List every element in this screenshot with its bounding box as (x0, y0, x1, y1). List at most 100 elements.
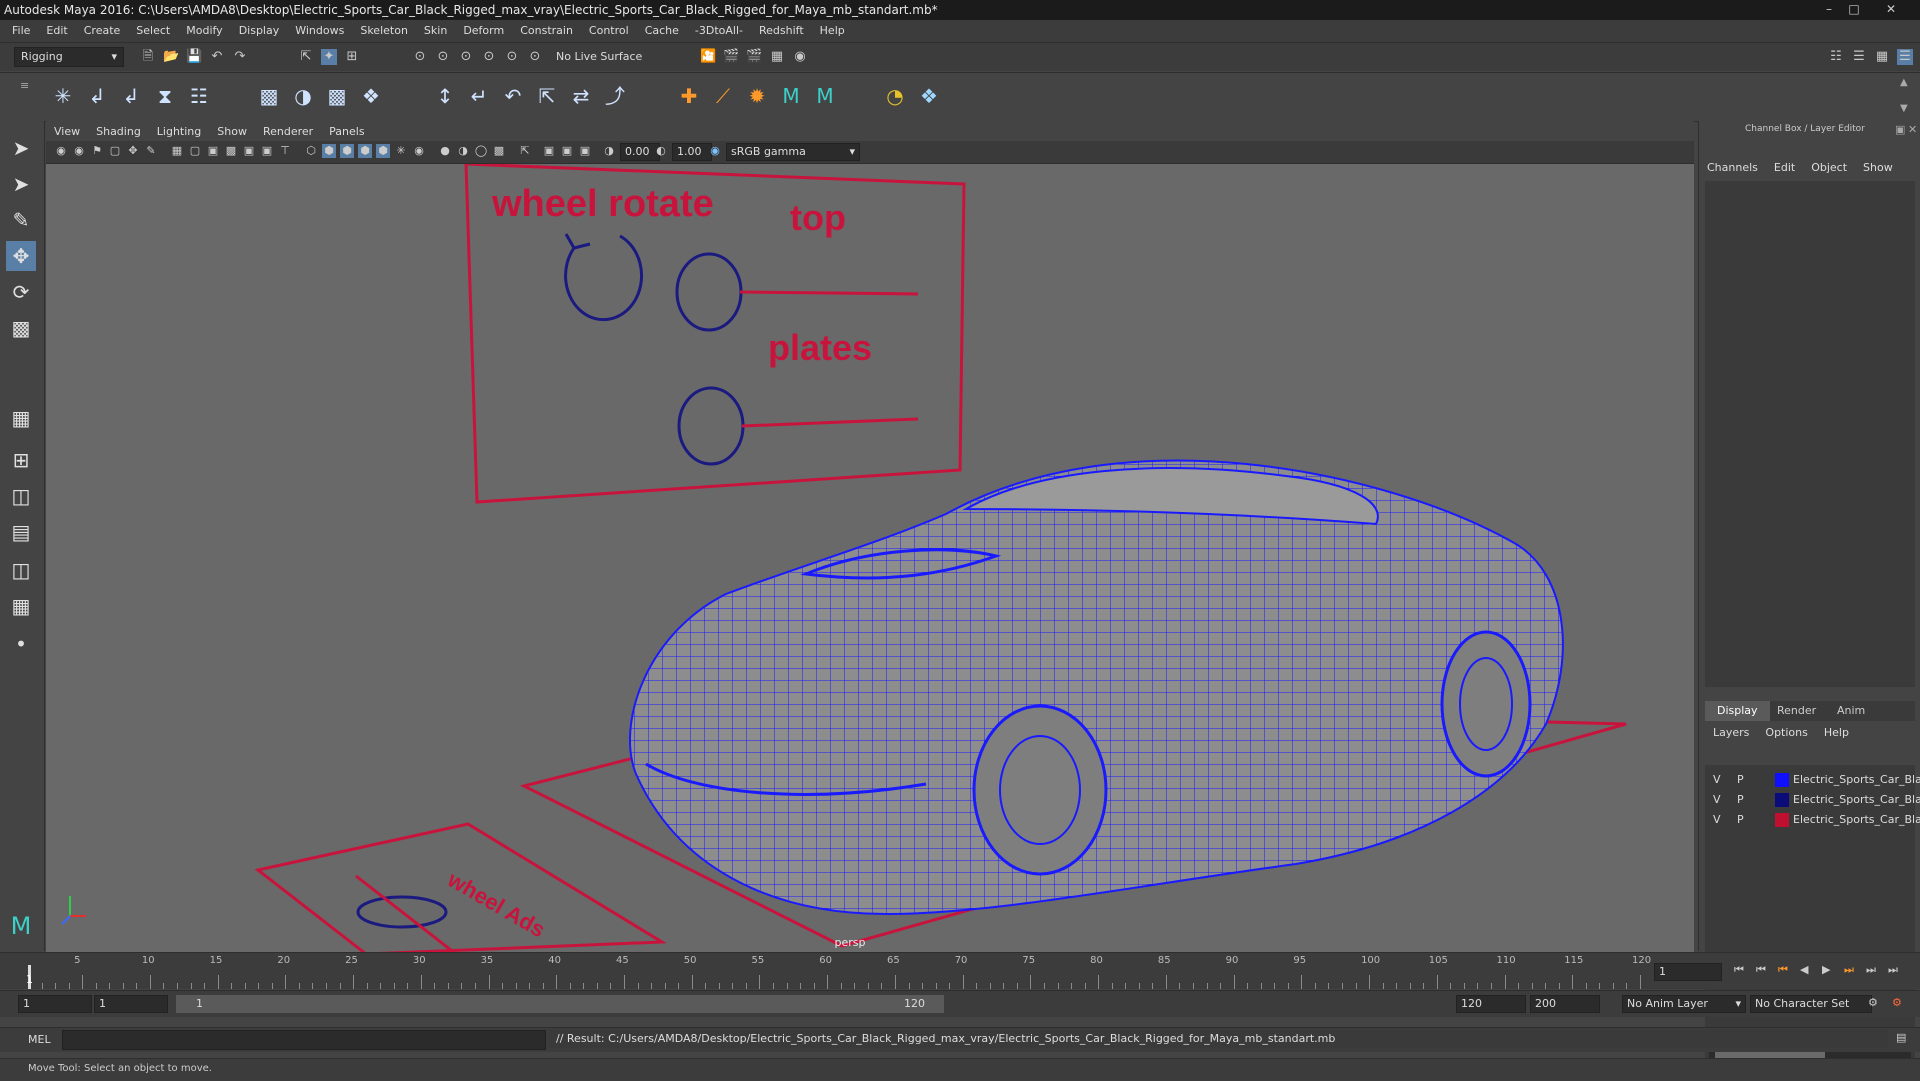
render-view-icon[interactable]: 🎦 (700, 49, 716, 65)
menu-file[interactable]: File (4, 20, 38, 42)
lasso-tool-icon[interactable]: ➤ (6, 169, 36, 199)
plates-control-circle[interactable] (677, 386, 745, 466)
character-controls-icon[interactable]: M (812, 83, 838, 109)
orient-joint-icon[interactable]: ☷ (186, 83, 212, 109)
shadows-icon[interactable]: ✳ (394, 144, 408, 158)
select-hierarchy-icon[interactable]: ⇱ (298, 49, 314, 65)
animation-start-field[interactable]: 1 (18, 995, 92, 1013)
menu-windows[interactable]: Windows (287, 20, 352, 42)
bookmark-icon[interactable]: ⚑ (90, 144, 104, 158)
anim-layer-dropdown[interactable]: No Anim Layer ▾ (1622, 995, 1746, 1013)
layer-row[interactable]: V P Electric_Sports_Car_Bla (1705, 771, 1920, 789)
layer-visibility[interactable]: V (1713, 793, 1721, 806)
hypershade-icon[interactable]: ◉ (792, 49, 808, 65)
channel-menu-object[interactable]: Object (1803, 159, 1855, 177)
field-chart-icon[interactable]: ▣ (242, 144, 256, 158)
menu-control[interactable]: Control (581, 20, 637, 42)
blend-shape-icon[interactable]: ◔ (882, 83, 908, 109)
motion-blur-icon[interactable]: ● (438, 144, 452, 158)
xray-components-icon[interactable]: ▣ (560, 144, 574, 158)
2d-pan-zoom-icon[interactable]: ✥ (126, 144, 140, 158)
gamma-icon[interactable]: ◐ (654, 144, 668, 158)
play-forwards-icon[interactable]: ▶ (1822, 963, 1830, 976)
human-ik-icon[interactable]: M (778, 83, 804, 109)
exposure-icon[interactable]: ◑ (602, 144, 616, 158)
xray-icon[interactable]: ⇱ (518, 144, 532, 158)
tab-render[interactable]: Render (1765, 701, 1828, 721)
wireframe-icon[interactable]: ⬡ (304, 144, 318, 158)
more-layouts-icon[interactable]: • (6, 629, 36, 659)
snap-view-icon[interactable]: ⊙ (481, 49, 497, 65)
tab-anim[interactable]: Anim (1825, 701, 1877, 721)
gamma-field[interactable]: 1.00 (672, 143, 712, 161)
select-tool-icon[interactable]: ➤ (6, 133, 36, 163)
close-icon[interactable]: ✕ (1880, 2, 1902, 17)
channel-box-icon[interactable]: ☰ (1897, 49, 1913, 65)
persp-graph-layout-icon[interactable]: ▤ (6, 517, 36, 547)
safe-title-icon[interactable]: ⊤ (278, 144, 292, 158)
menu-deform[interactable]: Deform (455, 20, 512, 42)
panel-menu-renderer[interactable]: Renderer (255, 121, 321, 143)
character-set-dropdown[interactable]: No Character Set (1750, 995, 1872, 1013)
rotate-tool-icon[interactable]: ⟳ (6, 277, 36, 307)
menu-edit[interactable]: Edit (38, 20, 75, 42)
layer-playback[interactable]: P (1737, 793, 1744, 806)
film-gate-icon[interactable]: ▢ (188, 144, 202, 158)
cluster-handle-icon[interactable]: ⟋ (710, 83, 736, 109)
playback-start-field[interactable]: 1 (94, 995, 168, 1013)
image-plane-icon[interactable]: ▢ (108, 144, 122, 158)
point-constraint-icon[interactable]: ↕ (432, 83, 458, 109)
menu-redshift[interactable]: Redshift (751, 20, 812, 42)
redo-icon[interactable]: ↷ (232, 49, 248, 65)
paint-select-tool-icon[interactable]: ✎ (6, 205, 36, 235)
floor-control-board[interactable]: wheel Ads (254, 822, 668, 952)
menu-help[interactable]: Help (812, 20, 853, 42)
float-panel-icon[interactable]: ▣ (1895, 123, 1905, 136)
step-forward-key-icon[interactable]: ⏭ (1866, 963, 1876, 977)
render-frame-icon[interactable]: 🎬 (723, 49, 739, 65)
aim-constraint-icon[interactable]: ↵ (466, 83, 492, 109)
paint-weights-icon[interactable]: ◑ (290, 83, 316, 109)
play-backwards-icon[interactable]: ◀ (1800, 963, 1808, 976)
outliner-layout-icon[interactable]: ◫ (6, 555, 36, 585)
snap-grid-icon[interactable]: ⊙ (412, 49, 428, 65)
ambient-occlusion-icon[interactable]: ◉ (412, 144, 426, 158)
layer-row[interactable]: V P Electric_Sports_Car_Bla (1705, 791, 1920, 809)
menu-constrain[interactable]: Constrain (512, 20, 581, 42)
animation-end-field[interactable]: 200 (1530, 995, 1600, 1013)
layer-visibility[interactable]: V (1713, 773, 1721, 786)
scale-tool-icon[interactable]: ▩ (6, 313, 36, 343)
script-editor-icon[interactable]: ▤ (1896, 1031, 1906, 1044)
xray-joints-icon[interactable]: ▣ (542, 144, 556, 158)
ik-handle-icon[interactable]: ↲ (84, 83, 110, 109)
maximize-icon[interactable]: □ (1843, 2, 1865, 17)
single-perspective-layout-icon[interactable]: ▦ (6, 403, 36, 433)
layer-playback[interactable]: P (1737, 813, 1744, 826)
hypershade-layout-icon[interactable]: ▦ (6, 591, 36, 621)
new-scene-icon[interactable]: 🗎 (140, 49, 156, 65)
ipr-render-icon[interactable]: 🎬 (746, 49, 762, 65)
snap-curve-icon[interactable]: ⊙ (435, 49, 451, 65)
joint-tool-icon[interactable]: ✳ (50, 83, 76, 109)
safe-action-icon[interactable]: ▣ (260, 144, 274, 158)
depth-of-field-icon[interactable]: ◯ (474, 144, 488, 158)
wireframe-on-shaded-icon[interactable]: ⬢ (340, 144, 354, 158)
channel-menu-show[interactable]: Show (1855, 159, 1901, 177)
attribute-editor-icon[interactable]: ☰ (1851, 49, 1867, 65)
close-panel-icon[interactable]: ✕ (1908, 123, 1917, 136)
auto-key-icon[interactable]: ⚙ (1868, 996, 1878, 1009)
snap-point-icon[interactable]: ⊙ (458, 49, 474, 65)
multisample-aa-icon[interactable]: ◑ (456, 144, 470, 158)
time-ruler[interactable]: 5 10 15 20 25 30 35 40 45 50 55 60 65 70 75 80 85 90 95 100… (28, 953, 1651, 989)
script-language-label[interactable]: MEL (28, 1033, 51, 1046)
panel-menu-view[interactable]: View (46, 121, 88, 143)
menu-cache[interactable]: Cache (637, 20, 687, 42)
panel-menu-panels[interactable]: Panels (321, 121, 372, 143)
render-settings-icon[interactable]: ▦ (769, 49, 785, 65)
ik-spline-icon[interactable]: ↲ (118, 83, 144, 109)
layer-menu-help[interactable]: Help (1816, 724, 1857, 742)
channel-menu-edit[interactable]: Edit (1766, 159, 1803, 177)
orient-constraint-icon[interactable]: ↶ (500, 83, 526, 109)
isolate-select-icon[interactable]: ▩ (492, 144, 506, 158)
command-input[interactable] (62, 1030, 546, 1050)
